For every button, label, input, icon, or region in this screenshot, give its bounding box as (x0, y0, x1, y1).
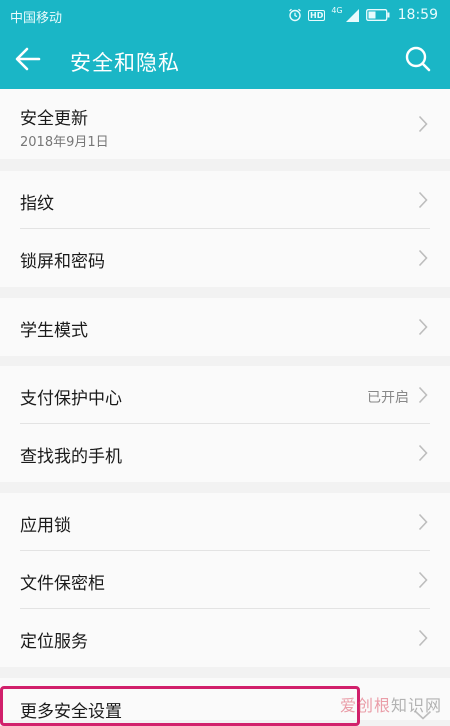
chevron-right-icon (418, 318, 428, 336)
settings-item-security-update[interactable]: 安全更新 2018年9月1日 (0, 89, 450, 159)
settings-item-app-lock[interactable]: 应用锁 (0, 493, 450, 551)
watermark-brand: 爱创根 (339, 696, 391, 715)
item-label: 文件保密柜 (20, 574, 105, 594)
carrier-name: 中国移动 (10, 11, 63, 26)
watermark: 爱创根知识网 (340, 692, 442, 716)
item-label: 学生模式 (20, 321, 88, 341)
chevron-right-icon (418, 629, 428, 647)
watermark-suffix: 知识网 (390, 696, 442, 715)
chevron-right-icon (418, 249, 428, 267)
settings-item-student-mode[interactable]: 学生模式 (0, 298, 450, 356)
chevron-right-icon (418, 191, 428, 209)
status-icons: HD 4G 18:59 (288, 5, 438, 25)
hd-badge: HD (308, 9, 326, 21)
settings-item-lock-screen[interactable]: 锁屏和密码 (0, 229, 450, 287)
settings-group-lock: 指纹 锁屏和密码 (0, 171, 450, 287)
item-label: 支付保护中心 (20, 389, 122, 409)
item-label: 安全更新 (20, 109, 88, 129)
settings-item-fingerprint[interactable]: 指纹 (0, 171, 450, 229)
item-subtitle: 2018年9月1日 (20, 135, 109, 150)
settings-group-privacy: 应用锁 文件保密柜 定位服务 (0, 493, 450, 667)
battery-icon (365, 9, 390, 21)
settings-item-location-services[interactable]: 定位服务 (0, 609, 450, 667)
back-button[interactable] (14, 45, 54, 75)
search-button[interactable] (404, 45, 434, 75)
item-status-value: 已开启 (367, 390, 409, 406)
settings-group-protection: 支付保护中心 已开启 查找我的手机 (0, 366, 450, 482)
chevron-right-icon (418, 115, 428, 133)
app-bar: 中国移动 HD 4G 18:59 安全和隐私 (0, 0, 450, 89)
chevron-right-icon (418, 513, 428, 531)
settings-item-find-my-phone[interactable]: 查找我的手机 (0, 424, 450, 482)
back-arrow-icon (15, 47, 41, 71)
item-label: 指纹 (20, 194, 54, 214)
toolbar: 安全和隐私 (0, 31, 450, 89)
search-icon (405, 46, 431, 72)
settings-group-student: 学生模式 (0, 298, 450, 356)
settings-item-payment-protection[interactable]: 支付保护中心 已开启 (0, 366, 450, 424)
alarm-icon (289, 8, 301, 22)
network-type: 4G (331, 5, 343, 15)
settings-group-update: 安全更新 2018年9月1日 (0, 89, 450, 159)
status-bar: 中国移动 HD 4G 18:59 (0, 0, 450, 31)
signal-icon (345, 8, 359, 22)
item-label: 应用锁 (20, 516, 71, 536)
item-label: 定位服务 (20, 632, 88, 652)
highlight-box (0, 686, 360, 726)
page-title: 安全和隐私 (70, 51, 180, 75)
item-label: 查找我的手机 (20, 447, 122, 467)
clock: 18:59 (397, 7, 438, 23)
chevron-right-icon (418, 571, 428, 589)
item-label: 锁屏和密码 (20, 252, 105, 272)
settings-item-file-safe[interactable]: 文件保密柜 (0, 551, 450, 609)
chevron-right-icon (418, 444, 428, 462)
chevron-right-icon (418, 386, 428, 404)
